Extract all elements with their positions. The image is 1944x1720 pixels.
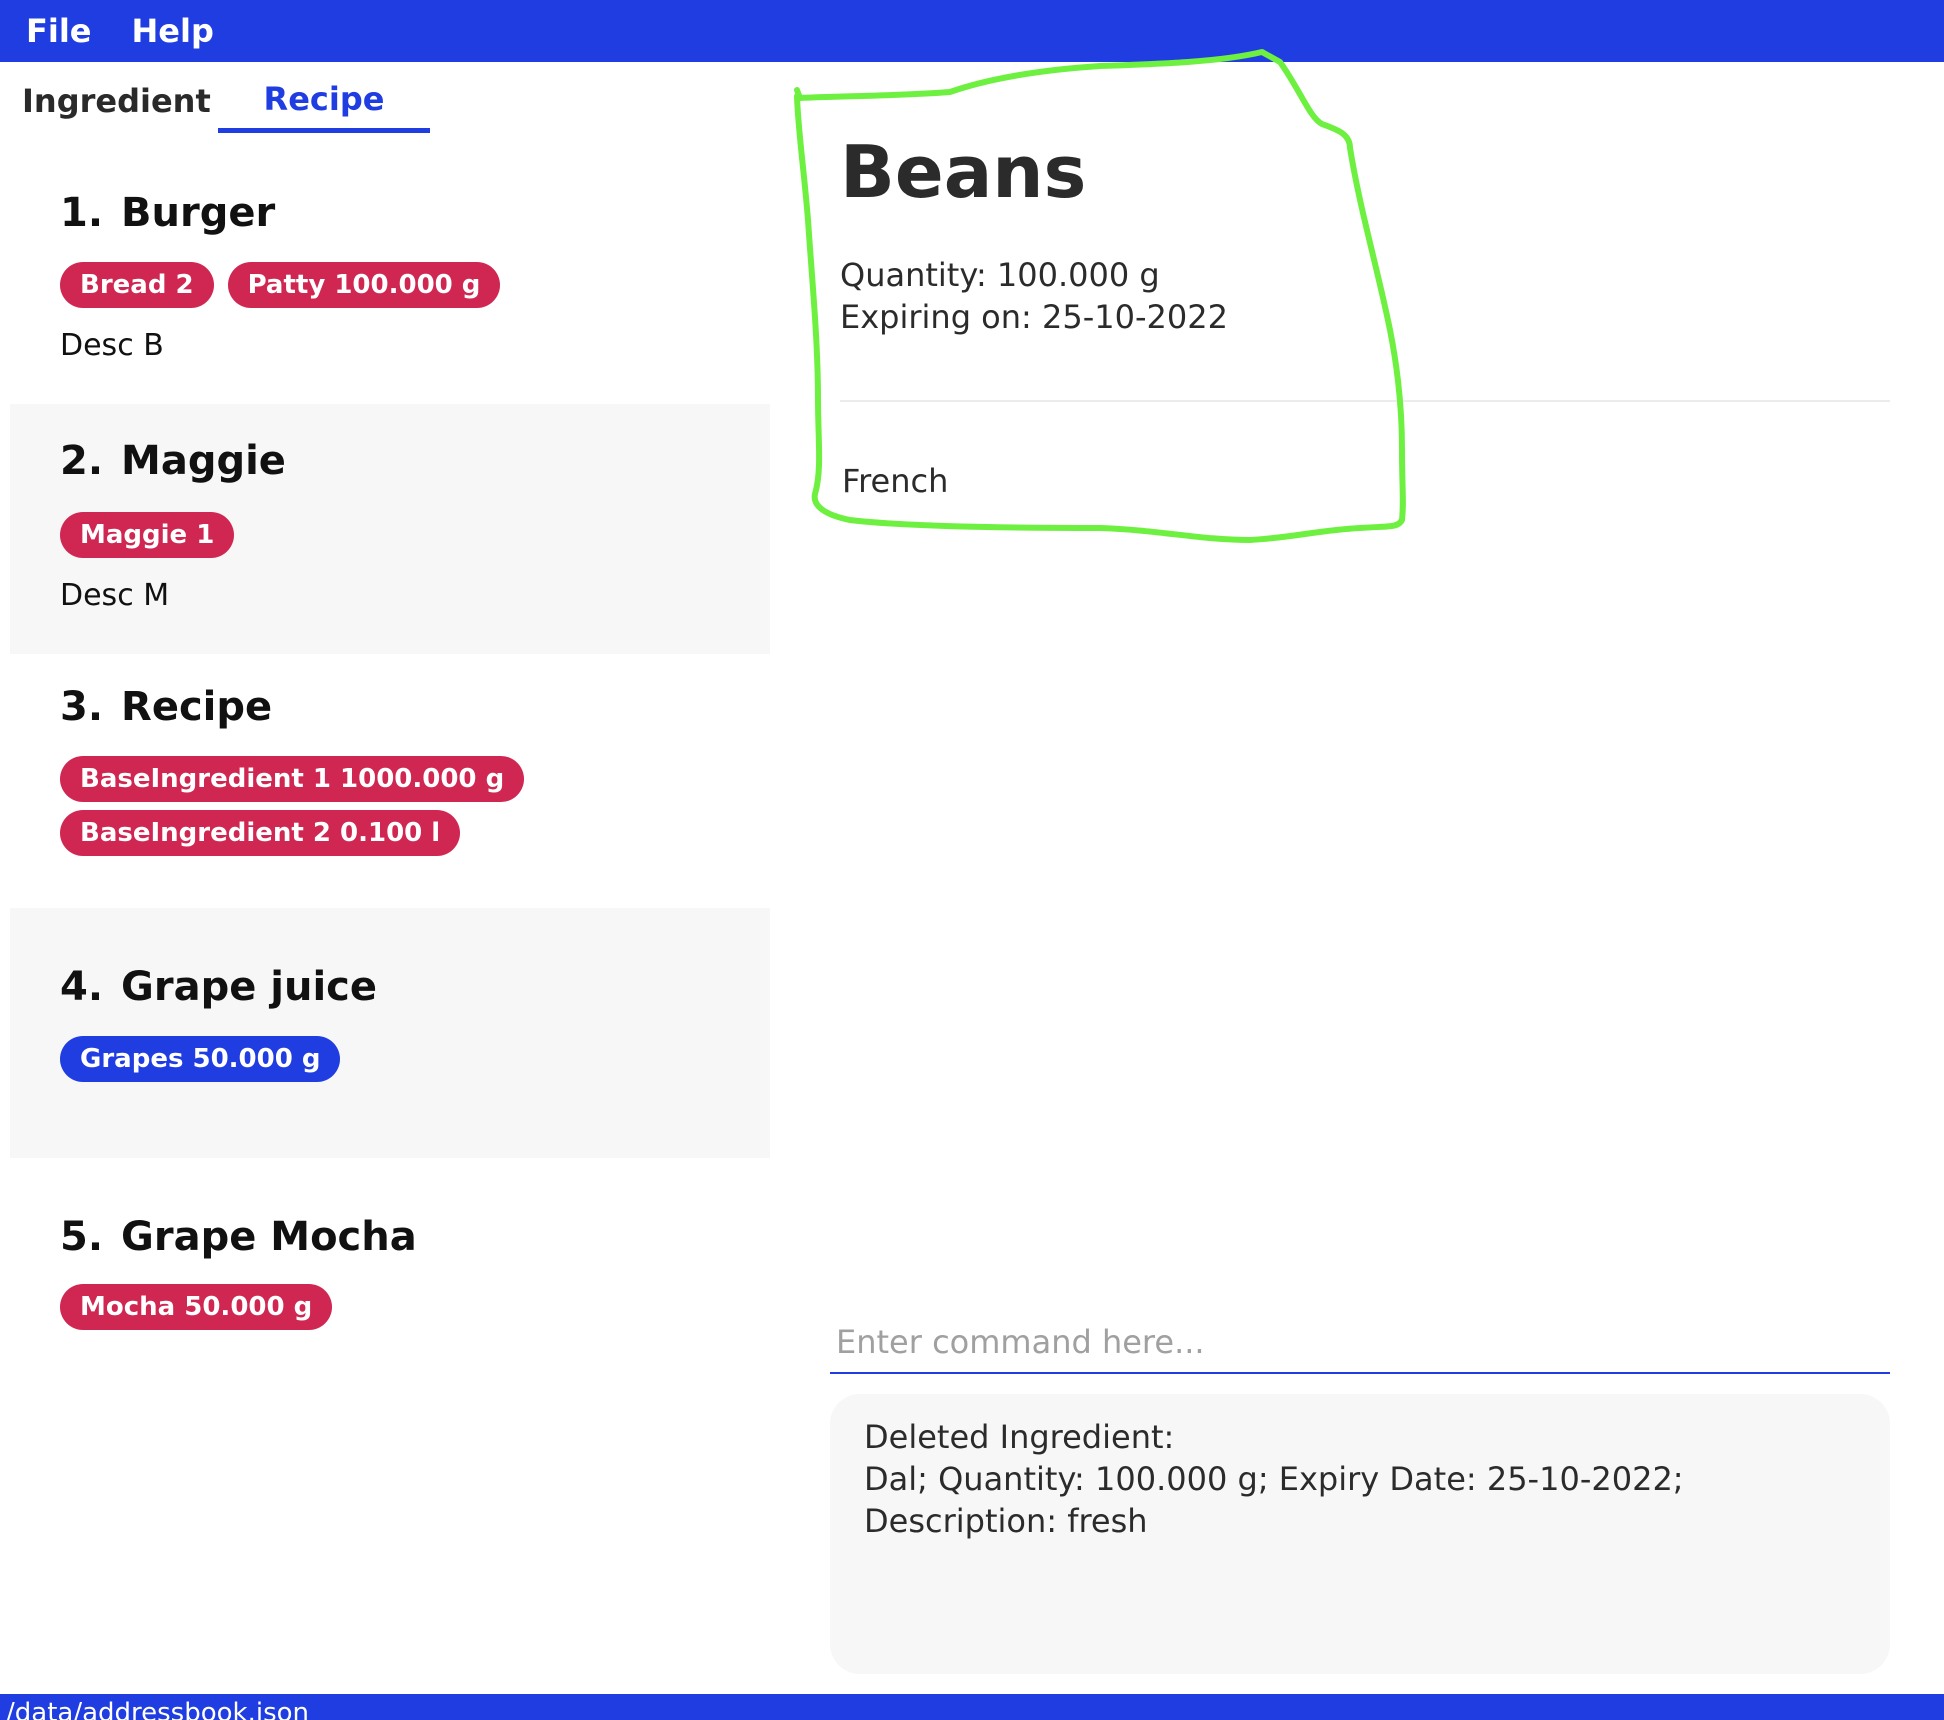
detail-divider [840,400,1890,402]
recipe-list[interactable]: 1. Burger Bread 2 Patty 100.000 g Desc B 2… [10,154,770,1408]
recipe-title: 1. Burger [60,190,275,236]
status-bar: /data/addressbook.json [0,1694,1944,1720]
recipe-description: Desc M [60,578,170,613]
recipe-description: Desc B [60,328,164,363]
recipe-title: 2. Maggie [60,438,286,484]
detail-quantity: Quantity: 100.000 g [840,256,1160,294]
result-line-1: Deleted Ingredient: [864,1418,1175,1456]
detail-expiry: Expiring on: 25-10-2022 [840,298,1228,336]
recipe-index: 4. [60,964,104,1010]
recipe-index: 3. [60,684,104,730]
tab-bar: Ingredient Recipe [0,62,780,136]
ingredient-tag: Grapes 50.000 g [60,1036,341,1082]
result-line-2: Dal; Quantity: 100.000 g; Expiry Date: 2… [864,1460,1684,1540]
recipe-name: Grape Mocha [121,1214,417,1260]
ingredient-tag: Maggie 1 [60,512,235,558]
recipe-title: 3. Recipe [60,684,272,730]
detail-title: Beans [840,130,1087,214]
ingredient-tag: Mocha 50.000 g [60,1284,333,1330]
recipe-tags: Maggie 1 [60,512,248,558]
tab-recipe[interactable]: Recipe [218,80,430,132]
menu-help[interactable]: Help [132,12,214,50]
status-file-path: /data/addressbook.json [6,1698,310,1720]
recipe-name: Maggie [121,438,286,484]
ingredient-tag: Patty 100.000 g [227,262,501,308]
recipe-tags: Bread 2 Patty 100.000 g [60,262,514,308]
active-tab-indicator [218,128,430,133]
ingredient-tag: BaseIngredient 2 0.100 l [60,810,461,856]
recipe-card[interactable]: 2. Maggie Maggie 1 Desc M [10,404,770,654]
result-display: Deleted Ingredient: Dal; Quantity: 100.0… [830,1394,1890,1674]
recipe-name: Burger [121,190,276,236]
recipe-index: 5. [60,1214,104,1260]
recipe-card[interactable]: 4. Grape juice Grapes 50.000 g [10,908,770,1158]
recipe-name: Grape juice [121,964,378,1010]
recipe-index: 2. [60,438,104,484]
recipe-card[interactable]: 1. Burger Bread 2 Patty 100.000 g Desc B [10,154,770,404]
command-input[interactable] [830,1312,1890,1374]
recipe-name: Recipe [121,684,273,730]
menu-file[interactable]: File [26,12,92,50]
recipe-card[interactable]: 5. Grape Mocha Mocha 50.000 g [10,1158,770,1408]
detail-description: French [842,462,949,500]
recipe-title: 4. Grape juice [60,964,377,1010]
recipe-tags: Mocha 50.000 g [60,1284,346,1330]
menu-bar: File Help [0,0,1944,62]
tab-ingredient[interactable]: Ingredient [22,82,211,134]
recipe-tags: BaseIngredient 1 1000.000 g BaseIngredie… [60,756,538,864]
ingredient-tag: Bread 2 [60,262,214,308]
recipe-index: 1. [60,190,104,236]
ingredient-tag: BaseIngredient 1 1000.000 g [60,756,525,802]
recipe-tags: Grapes 50.000 g [60,1036,354,1082]
recipe-title: 5. Grape Mocha [60,1214,417,1260]
recipe-card[interactable]: 3. Recipe BaseIngredient 1 1000.000 g Bas… [10,654,770,908]
